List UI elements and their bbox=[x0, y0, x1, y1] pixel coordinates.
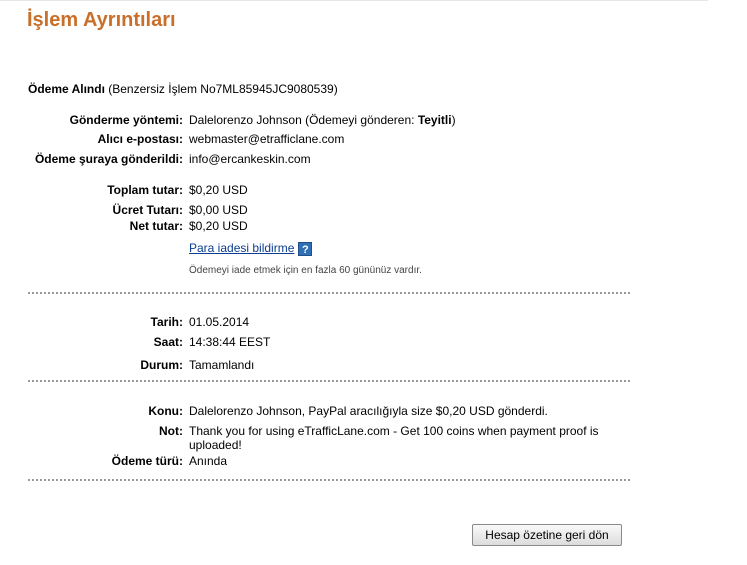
payment-status: Ödeme Alındı (Benzersiz İşlem No7ML85945… bbox=[28, 82, 338, 96]
net-amount-value: $0,20 USD bbox=[189, 219, 248, 233]
time-value: 14:38:44 EEST bbox=[189, 335, 271, 349]
time-label: Saat: bbox=[153, 335, 183, 349]
sent-to-label: Ödeme şuraya gönderildi: bbox=[34, 152, 183, 166]
total-amount-value: $0,20 USD bbox=[189, 183, 248, 197]
send-method-label: Gönderme yöntemi: bbox=[69, 113, 183, 127]
status-label: Ödeme Alındı bbox=[28, 82, 105, 96]
refund-link[interactable]: Para iadesi bildirme bbox=[189, 241, 294, 255]
send-method-value: Dalelorenzo Johnson (Ödemeyi gönderen: T… bbox=[189, 113, 456, 127]
payment-type-label: Ödeme türü: bbox=[111, 454, 183, 468]
subject-value: Dalelorenzo Johnson, PayPal aracılığıyla… bbox=[189, 404, 548, 418]
status-state-label: Durum: bbox=[140, 358, 183, 372]
top-divider bbox=[0, 0, 708, 1]
section-divider bbox=[28, 380, 630, 382]
fee-amount-value: $0,00 USD bbox=[189, 203, 248, 217]
date-label: Tarih: bbox=[150, 315, 183, 329]
back-to-summary-button[interactable]: Hesap özetine geri dön bbox=[472, 524, 622, 546]
section-divider bbox=[28, 292, 630, 294]
transaction-id: (Benzersiz İşlem No7ML85945JC9080539) bbox=[108, 82, 338, 96]
net-amount-label: Net tutar: bbox=[129, 219, 183, 233]
page-title: İşlem Ayrıntıları bbox=[27, 9, 176, 31]
recipient-email-label: Alıcı e-postası: bbox=[97, 132, 183, 146]
section-divider bbox=[28, 479, 630, 481]
refund-row: Para iadesi bildirme? bbox=[189, 241, 313, 256]
question-icon[interactable]: ? bbox=[298, 241, 313, 256]
recipient-email-value: webmaster@etrafficlane.com bbox=[189, 132, 345, 146]
sender-close: ) bbox=[451, 113, 456, 127]
payment-type-value: Anında bbox=[189, 454, 228, 468]
fee-amount-label: Ücret Tutarı: bbox=[112, 203, 183, 217]
note-label: Not: bbox=[159, 424, 183, 438]
note-value: Thank you for using eTrafficLane.com - G… bbox=[189, 424, 599, 452]
total-amount-label: Toplam tutar: bbox=[107, 183, 183, 197]
verified-status: Teyitli bbox=[417, 113, 452, 127]
subject-label: Konu: bbox=[148, 404, 183, 418]
sent-to-value: info@ercankeskin.com bbox=[189, 152, 311, 166]
refund-note: Ödemeyi iade etmek için en fazla 60 günü… bbox=[189, 265, 422, 276]
status-state-value: Tamamlandı bbox=[189, 358, 255, 372]
sender-name: Dalelorenzo Johnson (Ödemeyi gönderen: bbox=[189, 113, 418, 127]
date-value: 01.05.2014 bbox=[189, 315, 250, 329]
